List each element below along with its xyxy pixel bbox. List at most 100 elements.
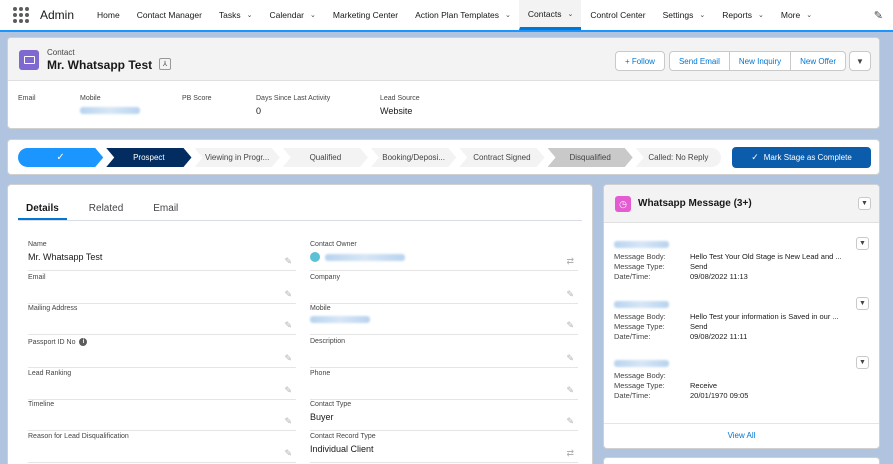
field-reason-for-lead-disqualification: Reason for Lead Disqualification ✎: [28, 433, 296, 463]
whatsapp-panel-title: Whatsapp Message (3+): [638, 198, 752, 209]
chevron-down-icon[interactable]: ⌄: [310, 11, 316, 19]
nav-item-action-plan-templates[interactable]: Action Plan Templates ⌄: [406, 0, 519, 30]
chevron-down-icon[interactable]: ⌄: [567, 10, 573, 18]
nav-item-home[interactable]: Home: [88, 0, 128, 30]
info-icon[interactable]: i: [79, 338, 88, 346]
edit-pencil-icon[interactable]: ✎: [284, 320, 292, 331]
tab-related[interactable]: Related: [81, 195, 131, 220]
redacted-mobile[interactable]: [80, 107, 140, 114]
path-step[interactable]: Called: No Reply: [635, 148, 721, 167]
edit-pencil-icon[interactable]: ✎: [284, 289, 292, 300]
nav-item-more[interactable]: More ⌄: [772, 0, 820, 30]
global-navigation: Admin Home Contact Manager Tasks ⌄ Calendar ⌄…: [0, 0, 893, 32]
edit-pencil-icon[interactable]: ✎: [566, 320, 574, 331]
chevron-down-icon[interactable]: ⌄: [505, 11, 511, 19]
more-actions-chevron-down-icon[interactable]: ▼: [849, 51, 871, 71]
edit-pencil-icon[interactable]: ✎: [284, 448, 292, 459]
follow-button[interactable]: + Follow: [614, 51, 665, 71]
app-name: Admin: [40, 8, 75, 22]
whatsapp-message-item: ▼ Message Body: Hello Test Your Old Stage …: [614, 237, 869, 281]
edit-pencil-icon[interactable]: ✎: [284, 385, 292, 396]
change-icon[interactable]: ⇄: [566, 256, 574, 267]
owner-avatar: [310, 252, 320, 262]
chevron-down-icon[interactable]: ⌄: [806, 11, 812, 19]
path-step[interactable]: Disqualified: [548, 148, 633, 167]
record-tabs: Details Related Email: [18, 195, 582, 221]
message-menu-chevron-down-icon[interactable]: ▼: [856, 237, 869, 250]
nav-items: Home Contact Manager Tasks ⌄ Calendar ⌄ Market…: [88, 0, 820, 30]
path-step[interactable]: Prospect: [106, 148, 191, 167]
check-icon: ✓: [751, 152, 759, 162]
edit-pencil-icon[interactable]: ✎: [566, 289, 574, 300]
record-name: Mr. Whatsapp Test: [47, 58, 153, 72]
sales-path: ✓ Prospect Viewing in Progr... Qualified Boo…: [7, 139, 880, 175]
field-contact-type: Contact Type Buyer ✎: [310, 401, 578, 431]
path-step[interactable]: Viewing in Progr...: [195, 148, 280, 167]
whatsapp-message-item: ▼ Message Body: Hello Test your informatio…: [614, 297, 869, 341]
path-step[interactable]: ✓: [18, 148, 103, 167]
whatsapp-message-item: ▼ Message Body: Message Type: Receive Date/T…: [614, 356, 869, 400]
field-name: Name Mr. Whatsapp Test ✎: [28, 241, 296, 271]
details-panel: Details Related Email Name Mr. Whatsapp T…: [7, 184, 593, 464]
nav-item-contacts[interactable]: Contacts ⌄: [518, 0, 582, 30]
message-menu-chevron-down-icon[interactable]: ▼: [856, 297, 869, 310]
field-phone: Phone ✎: [310, 370, 578, 400]
highlights-fields: Email Mobile PB Score Days Since Last Ac…: [18, 95, 869, 125]
message-record-link[interactable]: [614, 240, 669, 248]
highlight-lead-source: Lead Source Website: [380, 95, 420, 116]
message-record-link[interactable]: [614, 359, 669, 367]
nav-item-control-center[interactable]: Control Center: [581, 0, 653, 30]
nav-item-tasks[interactable]: Tasks ⌄: [210, 0, 261, 30]
message-record-link[interactable]: [614, 300, 669, 308]
edit-pencil-icon[interactable]: ✎: [284, 416, 292, 427]
nav-item-contact-manager[interactable]: Contact Manager: [128, 0, 210, 30]
field-timeline: Timeline ✎: [28, 401, 296, 431]
nav-item-settings[interactable]: Settings ⌄: [654, 0, 714, 30]
app-launcher-icon[interactable]: [12, 6, 30, 24]
field-lead-ranking: Lead Ranking ✎: [28, 370, 296, 400]
nav-item-calendar[interactable]: Calendar ⌄: [261, 0, 324, 30]
highlight-days-since-activity: Days Since Last Activity 0: [256, 95, 331, 116]
edit-pencil-icon[interactable]: ✎: [566, 353, 574, 364]
message-menu-chevron-down-icon[interactable]: ▼: [856, 356, 869, 369]
field-mobile: Mobile ✎: [310, 305, 578, 335]
view-all-link[interactable]: View All: [604, 431, 879, 440]
hierarchy-button[interactable]: ⅄: [159, 58, 171, 70]
highlight-email: Email: [18, 95, 36, 102]
edit-pencil-icon[interactable]: ✎: [284, 353, 292, 364]
edit-pencil-icon[interactable]: ✎: [566, 385, 574, 396]
redacted-mobile[interactable]: [310, 316, 370, 323]
record-header: Contact Mr. Whatsapp Test ⅄ + Follow Sen…: [7, 37, 880, 129]
path-step[interactable]: Booking/Deposi...: [371, 148, 456, 167]
whatsapp-messages-panel: ◷ Whatsapp Message (3+) ▼ ▼ Message Body:…: [603, 184, 880, 449]
field-company: Company ✎: [310, 274, 578, 304]
field-passport-id-no: Passport ID No i ✎: [28, 338, 296, 368]
change-icon[interactable]: ⇄: [566, 448, 574, 459]
chevron-down-icon[interactable]: ⌄: [758, 11, 764, 19]
field-mailing-address: Mailing Address ✎: [28, 305, 296, 335]
record-actions: + Follow Send Email New Inquiry New Offe…: [614, 51, 871, 71]
panel-menu-chevron-down-icon[interactable]: ▼: [858, 197, 871, 210]
send-email-button[interactable]: Send Email: [668, 51, 730, 71]
nav-item-reports[interactable]: Reports ⌄: [713, 0, 772, 30]
edit-nav-pencil-icon[interactable]: ✎: [874, 9, 883, 22]
path-step[interactable]: Contract Signed: [459, 148, 544, 167]
object-label: Contact: [47, 48, 75, 57]
contact-icon: [19, 50, 39, 70]
chevron-down-icon[interactable]: ⌄: [247, 11, 253, 19]
new-inquiry-button[interactable]: New Inquiry: [728, 51, 792, 71]
nav-item-marketing-center[interactable]: Marketing Center: [324, 0, 406, 30]
new-offer-button[interactable]: New Offer: [790, 51, 846, 71]
field-contact-owner: Contact Owner ⇄: [310, 241, 578, 271]
edit-pencil-icon[interactable]: ✎: [566, 416, 574, 427]
highlight-mobile: Mobile: [80, 95, 140, 116]
tab-email[interactable]: Email: [145, 195, 186, 220]
path-step[interactable]: Qualified: [283, 148, 368, 167]
redacted-owner[interactable]: [325, 253, 405, 261]
tab-details[interactable]: Details: [18, 195, 67, 220]
mark-stage-complete-button[interactable]: ✓ Mark Stage as Complete: [732, 147, 871, 168]
edit-pencil-icon[interactable]: ✎: [284, 256, 292, 267]
field-description: Description ✎: [310, 338, 578, 368]
path-steps: ✓ Prospect Viewing in Progr... Qualified Boo…: [18, 148, 721, 167]
chevron-down-icon[interactable]: ⌄: [699, 11, 705, 19]
